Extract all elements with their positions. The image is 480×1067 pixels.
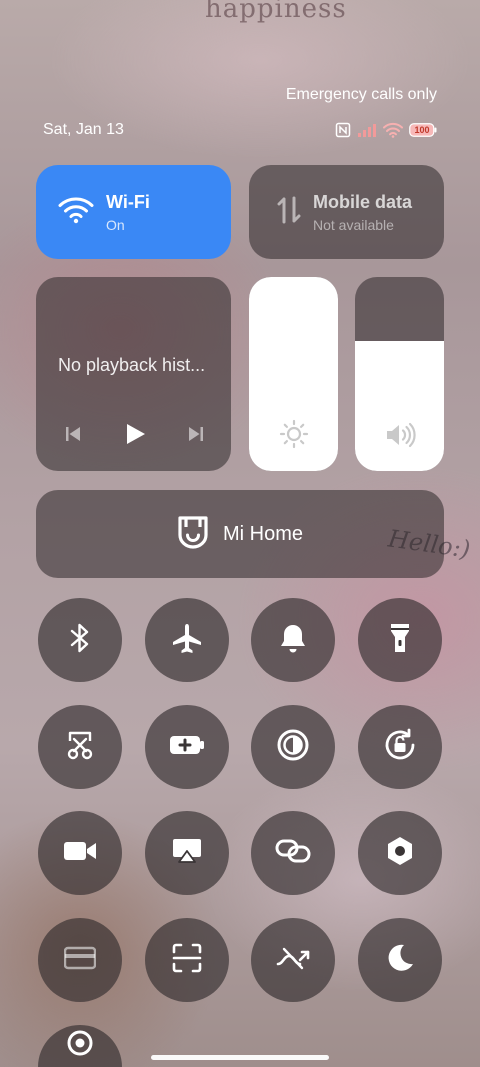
media-player-tile[interactable]: No playback hist...	[36, 277, 231, 471]
flashlight-icon	[388, 621, 412, 660]
media-title: No playback hist...	[58, 355, 206, 375]
mi-home-icon	[177, 515, 209, 554]
wifi-tile[interactable]: Wi-Fi On	[36, 165, 231, 259]
flashlight-toggle[interactable]	[358, 598, 442, 682]
media-controls	[60, 421, 209, 447]
play-icon[interactable]	[122, 421, 148, 447]
rotation-lock-icon	[383, 728, 417, 767]
cast-toggle[interactable]	[145, 811, 229, 895]
video-icon	[63, 839, 97, 868]
signal-icon	[357, 122, 377, 138]
do-not-disturb-toggle[interactable]	[358, 918, 442, 1002]
data-saver-toggle[interactable]	[251, 918, 335, 1002]
wifi-subtitle: On	[106, 216, 125, 233]
mi-home-tile[interactable]: Mi Home	[36, 490, 444, 578]
settings-toggle[interactable]	[358, 811, 442, 895]
scanner-toggle[interactable]	[145, 918, 229, 1002]
wifi-title: Wi-Fi	[106, 191, 150, 212]
date-text[interactable]: Sat, Jan 13	[43, 121, 124, 139]
scan-icon	[172, 943, 202, 978]
mobile-data-icon	[277, 195, 301, 230]
next-icon[interactable]	[183, 421, 209, 447]
battery-saver-icon	[169, 734, 205, 761]
volume-slider[interactable]	[355, 277, 444, 471]
wifi-status-icon	[383, 122, 403, 138]
nfc-icon	[335, 122, 351, 138]
screenshot-toggle[interactable]	[38, 705, 122, 789]
rotation-lock-toggle[interactable]	[358, 705, 442, 789]
volume-fill	[355, 341, 444, 471]
sun-icon	[249, 419, 338, 449]
dark-mode-icon	[276, 728, 310, 767]
data-saver-icon	[276, 946, 310, 975]
mobile-data-tile[interactable]: Mobile data Not available	[249, 165, 444, 259]
home-indicator[interactable]	[151, 1055, 329, 1060]
screenshot-icon	[65, 729, 95, 766]
link-toggle[interactable]	[251, 811, 335, 895]
location-icon	[66, 1029, 94, 1062]
card-icon	[63, 946, 97, 975]
battery-saver-toggle[interactable]	[145, 705, 229, 789]
previous-icon[interactable]	[60, 421, 86, 447]
airplane-mode-toggle[interactable]	[145, 598, 229, 682]
mobile-data-title: Mobile data	[313, 191, 413, 212]
wifi-icon	[58, 196, 94, 229]
mobile-data-subtitle: Not available	[313, 216, 394, 233]
speaker-icon	[355, 421, 444, 449]
brightness-slider[interactable]	[249, 277, 338, 471]
settings-hex-icon	[385, 835, 415, 872]
ringer-toggle[interactable]	[251, 598, 335, 682]
carrier-status-text: Emergency calls only	[285, 86, 437, 103]
bluetooth-icon	[67, 622, 93, 659]
status-icons: 100	[335, 122, 437, 138]
bluetooth-toggle[interactable]	[38, 598, 122, 682]
battery-icon: 100	[409, 123, 437, 137]
background-text-happiness: happiness	[205, 0, 347, 24]
screen-recorder-toggle[interactable]	[38, 811, 122, 895]
mi-home-label: Mi Home	[222, 522, 303, 545]
dark-mode-toggle[interactable]	[251, 705, 335, 789]
battery-level-text: 100	[414, 125, 430, 135]
link-icon	[275, 837, 311, 870]
location-toggle[interactable]	[38, 1025, 122, 1067]
card-toggle[interactable]	[38, 918, 122, 1002]
airplane-icon	[171, 622, 203, 659]
moon-icon	[384, 942, 416, 979]
cast-icon	[171, 837, 203, 870]
status-bar: Sat, Jan 13 100	[43, 119, 437, 141]
bell-icon	[279, 622, 307, 659]
